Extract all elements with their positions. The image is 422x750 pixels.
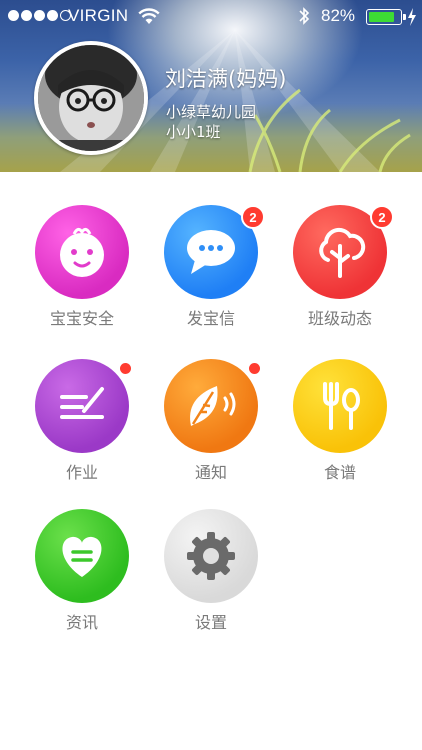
menu-item-label: 班级动态 (307, 309, 372, 328)
menu-item-send-message[interactable]: 2 发宝信 (146, 205, 276, 335)
battery-percent: 82% (321, 6, 356, 25)
profile-school: 小绿草幼儿园 (166, 103, 257, 121)
menu-item-settings[interactable]: 设置 (146, 509, 276, 639)
unread-count-badge: 2 (241, 205, 265, 229)
menu-item-news[interactable]: 资讯 (17, 509, 147, 639)
unread-count-badge: 2 (370, 205, 394, 229)
baby-face-icon (35, 205, 129, 299)
leaf-sound-icon (164, 359, 258, 453)
new-dot-badge (120, 363, 131, 374)
battery-tip (403, 14, 406, 20)
new-dot-badge (249, 363, 260, 374)
menu-item-label: 通知 (194, 463, 227, 482)
charging-bolt-icon (408, 8, 416, 26)
carrier-name: VIRGIN (68, 6, 129, 25)
menu-item-label: 资讯 (65, 613, 98, 632)
wifi-icon (138, 8, 160, 24)
menu-item-class-activity[interactable]: 2 班级动态 (275, 205, 405, 335)
pen-lines-icon (35, 359, 129, 453)
profile-class: 小小1班 (166, 123, 221, 141)
avatar[interactable] (34, 41, 148, 155)
profile-name: 刘洁满(妈妈) (165, 67, 287, 91)
menu-item-label: 宝宝安全 (49, 309, 114, 328)
menu-item-label: 食谱 (323, 463, 356, 482)
heart-icon (35, 509, 129, 603)
battery-icon (366, 9, 402, 25)
menu-item-label: 发宝信 (186, 309, 235, 328)
menu-item-label: 设置 (194, 613, 227, 632)
menu-item-baby-safety[interactable]: 宝宝安全 (17, 205, 147, 335)
menu-item-homework[interactable]: 作业 (17, 359, 147, 489)
gear-icon (164, 509, 258, 603)
menu-item-recipe[interactable]: 食谱 (275, 359, 405, 489)
signal-dots-icon (8, 10, 71, 21)
bluetooth-icon (299, 7, 310, 25)
fork-spoon-icon (293, 359, 387, 453)
child-photo-icon (38, 45, 144, 151)
menu-item-label: 作业 (65, 463, 98, 482)
profile-header: VIRGIN 82% 刘洁满(妈妈) 小绿草幼儿园 小小1班 (0, 0, 422, 172)
status-bar: VIRGIN 82% (0, 0, 422, 34)
menu-item-notice[interactable]: 通知 (146, 359, 276, 489)
